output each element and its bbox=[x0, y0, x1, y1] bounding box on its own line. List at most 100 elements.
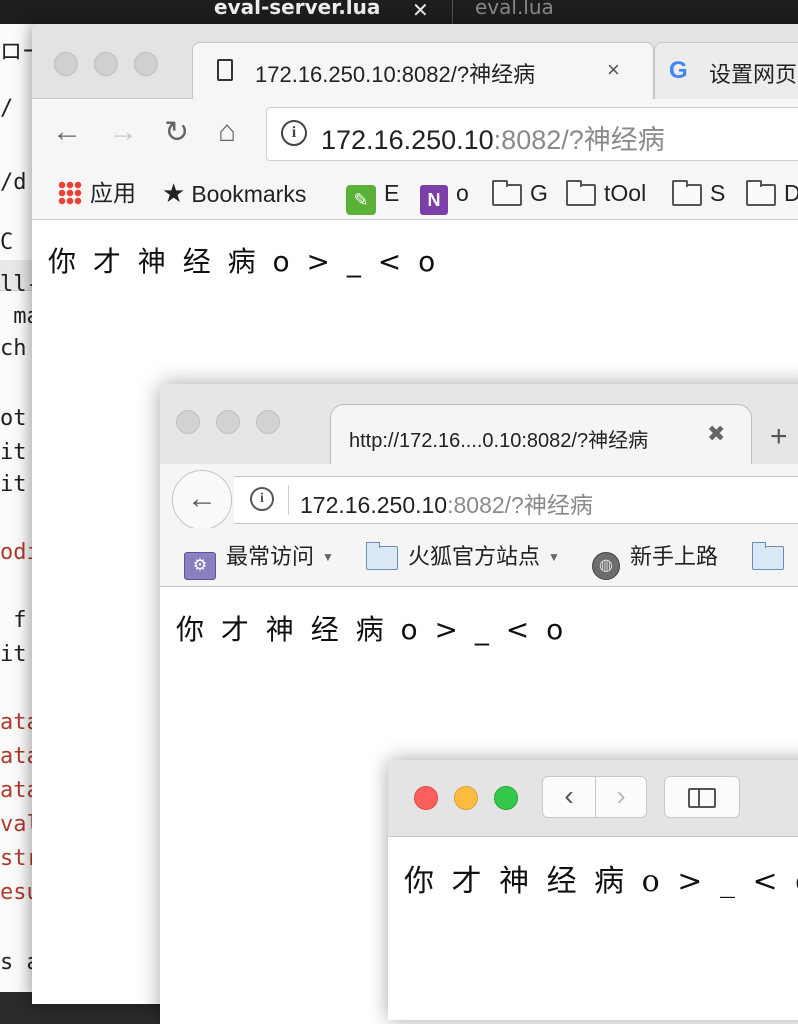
bookmark-label: 最常访问 bbox=[226, 544, 315, 569]
code-line: C bbox=[0, 230, 14, 255]
folder-icon bbox=[746, 180, 776, 206]
info-icon[interactable]: i bbox=[281, 120, 307, 146]
bookmark-label: Bookmarks bbox=[191, 181, 307, 207]
address-bar[interactable]: i 172.16.250.10:8082/?神经病 bbox=[234, 476, 798, 524]
code-line: / bbox=[0, 96, 14, 121]
bookmark-folder-s[interactable]: S bbox=[672, 177, 725, 209]
home-button[interactable]: ⌂ bbox=[218, 115, 236, 149]
bookmark-label: D bbox=[784, 180, 798, 206]
window-minimize-button[interactable] bbox=[454, 786, 478, 810]
address-text: 172.16.250.10:8082/?神经病 bbox=[300, 486, 593, 520]
sidebar-toggle-button[interactable] bbox=[664, 776, 740, 818]
chrome-toolbar: ← → ↻ ⌂ i 172.16.250.10:8082/?神经病 bbox=[32, 99, 798, 169]
bookmark-most-visited[interactable]: ⚙ 最常访问 ▼ bbox=[184, 542, 334, 580]
code-line: ot bbox=[0, 406, 27, 431]
tab-close-icon[interactable]: ✖ bbox=[707, 421, 725, 447]
bookmark-folder-g[interactable]: G bbox=[492, 177, 548, 209]
bookmark-folder-d[interactable]: D bbox=[746, 177, 798, 209]
star-icon: ★ bbox=[162, 178, 186, 208]
back-button[interactable]: ← bbox=[172, 470, 232, 530]
editor-tab-eval[interactable]: eval.lua bbox=[475, 0, 554, 24]
close-icon[interactable]: ✕ bbox=[412, 0, 429, 23]
onenote-icon: N bbox=[420, 185, 448, 215]
address-path: :8082/?神经病 bbox=[493, 125, 665, 155]
editor-tab-label: eval.lua bbox=[475, 0, 554, 19]
window-close-button[interactable] bbox=[176, 410, 200, 434]
editor-tab-eval-server[interactable]: eval-server.lua bbox=[214, 0, 380, 24]
bookmark-label: S bbox=[710, 180, 726, 206]
firefox-toolbar: i 172.16.250.10:8082/?神经病 ← bbox=[160, 464, 798, 530]
bookmark-label: 新手上路 bbox=[630, 544, 719, 569]
chevron-down-icon: ▼ bbox=[322, 550, 334, 564]
page-content-text: 你 才 神 经 病 o > _ < o bbox=[176, 613, 568, 646]
editor-tab-bar: eval-server.lua ✕ eval.lua bbox=[0, 0, 798, 24]
back-button[interactable]: ‹ bbox=[542, 776, 596, 818]
bookmark-label: o bbox=[456, 180, 469, 206]
bookmark-label: tOol bbox=[604, 180, 647, 206]
code-line: it bbox=[0, 642, 27, 667]
forward-button[interactable]: › bbox=[595, 776, 647, 818]
bookmark-label: 火狐官方站点 bbox=[408, 544, 541, 569]
bookmark-getting-started[interactable]: ◍ 新手上路 bbox=[592, 542, 718, 580]
address-text: 172.16.250.10:8082/?神经病 bbox=[321, 118, 665, 157]
address-path: :8082/?神经病 bbox=[447, 492, 593, 518]
firefox-tab-strip: http://172.16....0.10:8082/?神经病 ✖ + bbox=[160, 384, 798, 465]
tab-title: http://172.16....0.10:8082/?神经病 bbox=[349, 430, 649, 452]
code-line: it bbox=[0, 440, 27, 465]
bookmark-folder-tool[interactable]: tOol bbox=[566, 177, 646, 209]
window-minimize-button[interactable] bbox=[94, 52, 118, 76]
editor-tab-label: eval-server.lua bbox=[214, 0, 381, 19]
most-visited-icon: ⚙ bbox=[184, 552, 216, 580]
address-host: 172.16.250.10 bbox=[300, 492, 448, 518]
bookmark-bookmarks[interactable]: ★ Bookmarks bbox=[162, 177, 306, 209]
bookmark-evernote[interactable]: ✎ E bbox=[346, 177, 400, 215]
bookmark-firefox-official[interactable]: 火狐官方站点 ▼ bbox=[366, 542, 560, 572]
google-icon: G bbox=[669, 57, 688, 84]
tab-title: 172.16.250.10:8082/?神经病 bbox=[255, 62, 536, 87]
code-line: f bbox=[0, 608, 27, 633]
bookmark-onenote[interactable]: No bbox=[420, 177, 469, 215]
bookmark-folder-more[interactable] bbox=[752, 542, 794, 572]
firefox-tab-active[interactable]: http://172.16....0.10:8082/?神经病 ✖ bbox=[330, 404, 752, 465]
firefox-bookmarks-bar: ⚙ 最常访问 ▼ 火狐官方站点 ▼ ◍ 新手上路 bbox=[160, 528, 798, 587]
folder-icon bbox=[672, 180, 702, 206]
safari-toolbar: ‹ › bbox=[388, 760, 798, 837]
chrome-tab-active[interactable]: 172.16.250.10:8082/?神经病 × bbox=[192, 42, 654, 100]
folder-icon bbox=[366, 542, 398, 570]
evernote-icon: ✎ bbox=[346, 185, 376, 215]
forward-button[interactable]: → bbox=[108, 115, 138, 149]
address-bar[interactable]: i 172.16.250.10:8082/?神经病 bbox=[266, 107, 798, 161]
folder-icon bbox=[492, 180, 522, 206]
reload-button[interactable]: ↻ bbox=[164, 115, 189, 150]
bookmark-label: E bbox=[384, 180, 400, 206]
tab-title: 设置网页 bbox=[709, 62, 798, 87]
folder-icon bbox=[566, 180, 596, 206]
window-zoom-button[interactable] bbox=[134, 52, 158, 76]
new-tab-button[interactable]: + bbox=[770, 420, 788, 454]
chevron-down-icon: ▼ bbox=[548, 550, 560, 564]
code-line: it bbox=[0, 472, 27, 497]
bookmark-apps[interactable]: 应用 bbox=[58, 177, 136, 209]
back-button[interactable]: ← bbox=[52, 115, 82, 149]
window-close-button[interactable] bbox=[54, 52, 78, 76]
code-line: /d bbox=[0, 170, 27, 195]
safari-window: ‹ › 你 才 神 经 病 o > _ < o bbox=[388, 760, 798, 1020]
chrome-tab-settings[interactable]: G 设置网页 bbox=[654, 42, 798, 99]
window-zoom-button[interactable] bbox=[256, 410, 280, 434]
window-close-button[interactable] bbox=[414, 786, 438, 810]
page-icon bbox=[217, 59, 233, 81]
bookmark-label: G bbox=[530, 180, 548, 206]
sidebar-icon bbox=[688, 788, 716, 808]
apps-grid-icon bbox=[58, 181, 82, 205]
code-line: ch bbox=[0, 336, 27, 361]
page-content-text: 你 才 神 经 病 o > _ < o bbox=[404, 864, 798, 899]
window-zoom-button[interactable] bbox=[494, 786, 518, 810]
url-divider bbox=[288, 485, 289, 515]
globe-icon: ◍ bbox=[592, 552, 620, 580]
page-content-text: 你 才 神 经 病 o > _ < o bbox=[48, 245, 440, 278]
chrome-bookmarks-bar: 应用 ★ Bookmarks ✎ E No G tOol S D bbox=[32, 169, 798, 220]
tab-close-icon[interactable]: × bbox=[607, 57, 620, 83]
window-minimize-button[interactable] bbox=[216, 410, 240, 434]
chrome-tab-strip: 172.16.250.10:8082/?神经病 × G 设置网页 bbox=[32, 24, 798, 100]
info-icon[interactable]: i bbox=[250, 487, 274, 511]
